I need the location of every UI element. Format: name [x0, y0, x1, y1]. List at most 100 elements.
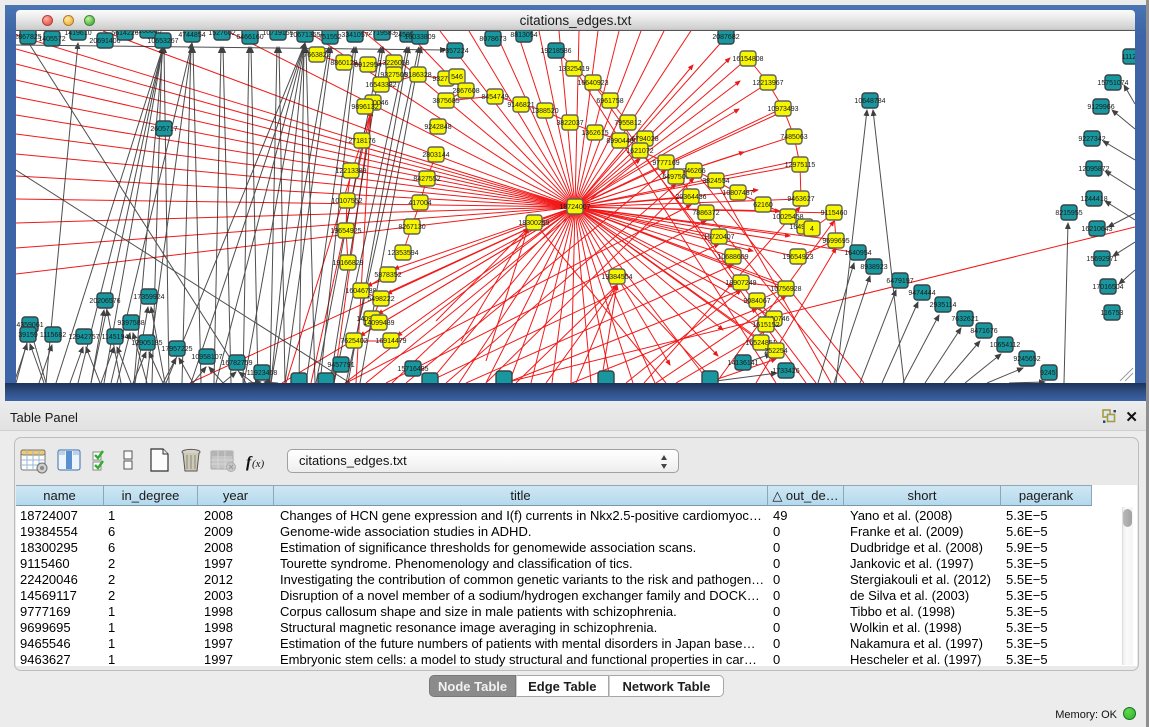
- svg-text:20691406: 20691406: [89, 38, 120, 45]
- svg-text:16033809: 16033809: [404, 34, 435, 41]
- svg-text:9227342: 9227342: [1078, 136, 1105, 143]
- svg-text:7357224: 7357224: [441, 48, 468, 55]
- svg-text:19166829: 19166829: [332, 260, 363, 267]
- svg-text:15720407: 15720407: [703, 234, 734, 241]
- svg-text:9242848: 9242848: [424, 124, 451, 131]
- svg-text:2718176: 2718176: [348, 138, 375, 145]
- svg-text:15692971: 15692971: [1086, 256, 1117, 263]
- svg-text:11123: 11123: [1122, 54, 1135, 61]
- svg-text:19654925: 19654925: [330, 228, 361, 235]
- svg-text:7663822: 7663822: [303, 52, 330, 59]
- svg-text:10107552: 10107552: [331, 198, 362, 205]
- svg-text:1615152: 1615152: [752, 322, 779, 329]
- svg-text:3341057: 3341057: [341, 32, 368, 39]
- svg-text:9397588: 9397588: [117, 320, 144, 327]
- svg-text:2605717: 2605717: [150, 126, 177, 133]
- svg-text:1145194: 1145194: [102, 334, 129, 341]
- svg-text:1640954: 1640954: [844, 250, 871, 257]
- svg-text:6466160: 6466160: [236, 34, 263, 41]
- svg-text:1362615: 1362615: [581, 130, 608, 137]
- svg-text:12213967: 12213967: [752, 80, 783, 87]
- svg-text:5498222: 5498222: [367, 296, 394, 303]
- svg-text:10688609: 10688609: [717, 254, 748, 261]
- svg-text:17016504: 17016504: [1092, 284, 1123, 291]
- svg-text:16046788: 16046788: [345, 288, 376, 295]
- svg-text:2087682: 2087682: [712, 34, 739, 41]
- svg-text:12975115: 12975115: [785, 162, 816, 169]
- svg-text:252254: 252254: [764, 348, 787, 355]
- svg-text:9129966: 9129966: [1087, 104, 1114, 111]
- svg-text:9245652: 9245652: [1013, 356, 1040, 363]
- svg-text:9474444: 9474444: [908, 290, 935, 297]
- svg-text:12353594: 12353594: [387, 250, 418, 257]
- svg-text:3824554: 3824554: [702, 178, 729, 185]
- svg-text:10973493: 10973493: [767, 106, 798, 113]
- svg-text:2803144: 2803144: [422, 152, 449, 159]
- svg-text:9084067: 9084067: [743, 298, 770, 305]
- svg-text:1733426: 1733426: [772, 368, 799, 375]
- svg-text:2867608: 2867608: [452, 88, 479, 95]
- svg-text:1621072: 1621072: [626, 148, 653, 155]
- svg-text:9777169: 9777169: [652, 160, 679, 167]
- svg-text:746266: 746266: [682, 168, 705, 175]
- svg-text:9457791: 9457791: [327, 362, 354, 369]
- svg-text:20206576: 20206576: [89, 298, 120, 305]
- svg-text:18724007: 18724007: [559, 204, 590, 211]
- svg-text:8078673: 8078673: [479, 36, 506, 43]
- svg-text:10671355: 10671355: [289, 32, 320, 39]
- svg-text:12095872: 12095872: [1078, 166, 1109, 173]
- svg-text:10958107: 10958107: [191, 354, 222, 361]
- svg-text:7632621: 7632621: [951, 316, 978, 323]
- svg-text:8186328: 8186328: [404, 72, 431, 79]
- svg-text:4744854: 4744854: [178, 32, 205, 39]
- svg-text:8454749: 8454749: [481, 94, 508, 101]
- svg-text:3822037: 3822037: [556, 120, 583, 127]
- svg-text:20364436: 20364436: [675, 194, 706, 201]
- svg-text:16640923: 16640923: [577, 80, 608, 87]
- svg-text:7625402: 7625402: [340, 338, 367, 345]
- svg-text:17957225: 17957225: [161, 346, 192, 353]
- svg-text:9245): 9245): [1040, 370, 1058, 377]
- svg-text:12942757: 12942757: [68, 334, 99, 341]
- svg-text:6794028: 6794028: [631, 136, 658, 143]
- svg-text:8813054: 8813054: [510, 32, 537, 39]
- svg-text:7886372: 7886372: [692, 210, 719, 217]
- svg-text:8938923: 8938923: [860, 264, 887, 271]
- svg-text:16154808: 16154808: [732, 56, 763, 63]
- svg-text:17359924: 17359924: [133, 294, 164, 301]
- svg-text:10648784: 10648784: [854, 98, 885, 105]
- svg-text:13226058: 13226058: [378, 60, 409, 67]
- svg-text:16543382: 16543382: [365, 82, 396, 89]
- svg-text:1419610: 1419610: [64, 31, 91, 37]
- svg-text:9896132: 9896132: [351, 104, 378, 111]
- svg-text:7955812: 7955812: [614, 120, 641, 127]
- svg-text:10807487: 10807487: [722, 190, 753, 197]
- svg-text:1388520: 1388520: [531, 108, 558, 115]
- svg-text:6961758: 6961758: [596, 98, 623, 105]
- svg-text:9115460: 9115460: [821, 210, 848, 217]
- svg-text:12905185: 12905185: [131, 340, 162, 347]
- svg-text:751552: 751552: [318, 34, 341, 41]
- svg-text:8215955: 8215955: [1055, 210, 1082, 217]
- svg-text:12213389: 12213389: [335, 168, 366, 175]
- svg-text:14099489: 14099489: [363, 320, 394, 327]
- svg-text:16210643: 16210643: [1081, 226, 1112, 233]
- svg-text:2719583: 2719583: [368, 31, 395, 37]
- svg-text:1405572: 1405572: [38, 36, 65, 43]
- svg-text:19384554: 19384554: [601, 274, 632, 281]
- svg-text:8471676: 8471676: [970, 328, 997, 335]
- svg-text:62160: 62160: [753, 202, 773, 209]
- svg-text:1244418: 1244418: [1080, 196, 1107, 203]
- svg-text:19218586: 19218586: [540, 48, 571, 55]
- svg-text:1115682: 1115682: [40, 332, 66, 339]
- svg-text:8990448: 8990448: [606, 138, 633, 145]
- svg-text:15716485: 15716485: [397, 366, 428, 373]
- svg-text:13325419: 13325419: [558, 66, 589, 73]
- svg-text:546: 546: [451, 74, 463, 81]
- svg-text:11923468: 11923468: [247, 370, 278, 377]
- svg-text:10654112: 10654112: [990, 342, 1021, 349]
- svg-text:417004: 417004: [408, 200, 431, 207]
- svg-text:6479197: 6479197: [886, 278, 913, 285]
- svg-text:9699695: 9699695: [822, 238, 849, 245]
- svg-text:18300295: 18300295: [518, 220, 549, 227]
